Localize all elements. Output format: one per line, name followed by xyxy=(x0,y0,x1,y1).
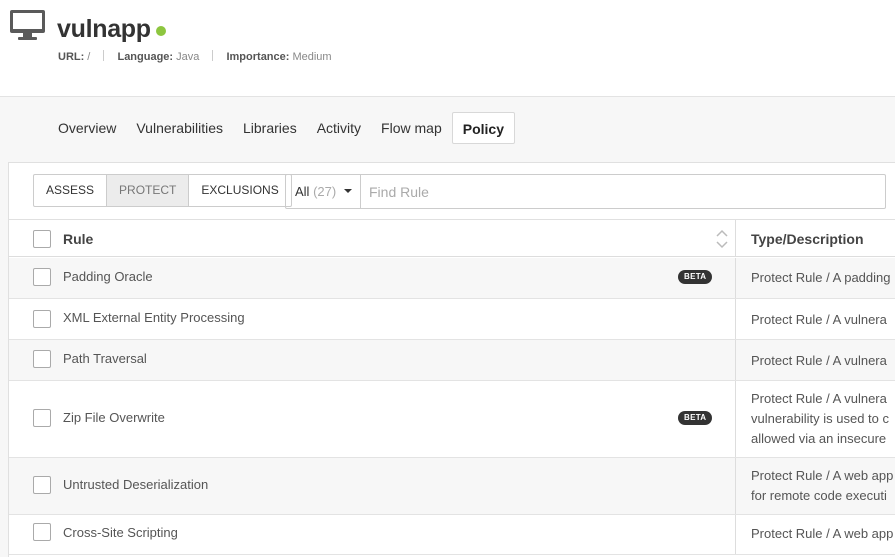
find-rule-input[interactable] xyxy=(361,175,885,208)
rule-description: Protect Rule / A padding xyxy=(751,268,895,288)
rule-description-line: Protect Rule / A padding xyxy=(751,270,891,285)
policy-panel: ASSESS PROTECT EXCLUSIONS All (27) Rule … xyxy=(8,162,895,557)
app-header: vulnapp URL: / Language: Java Importance: M… xyxy=(0,0,895,97)
column-divider xyxy=(735,220,736,256)
tab-activity[interactable]: Activity xyxy=(307,112,371,144)
column-divider xyxy=(735,340,736,380)
tab-flow-map[interactable]: Flow map xyxy=(371,112,452,144)
column-divider xyxy=(735,381,736,457)
column-divider xyxy=(735,258,736,298)
table-row[interactable]: Zip File Overwrite BETA Protect Rule / A… xyxy=(9,381,895,458)
table-row[interactable]: XML External Entity Processing Protect R… xyxy=(9,299,895,340)
mode-segmented-control: ASSESS PROTECT EXCLUSIONS xyxy=(33,174,292,207)
column-header-type-description: Type/Description xyxy=(751,231,864,247)
rule-description-line: Protect Rule / A vulnera xyxy=(751,391,887,406)
rule-description-line: Protect Rule / A vulnera xyxy=(751,312,887,327)
beta-badge: BETA xyxy=(678,411,713,425)
column-divider xyxy=(735,299,736,339)
status-online-indicator xyxy=(156,26,166,36)
meta-importance-key: Importance: xyxy=(226,51,290,63)
filter-label: All xyxy=(295,184,310,199)
rule-description: Protect Rule / A web app xyxy=(751,524,895,544)
rule-description: Protect Rule / A vulnera xyxy=(751,351,895,371)
row-checkbox[interactable] xyxy=(33,268,51,286)
meta-url-value: / xyxy=(87,51,91,63)
meta-language-value: Java xyxy=(176,51,200,63)
meta-divider xyxy=(103,50,105,61)
rule-description-line: Protect Rule / A web app xyxy=(751,468,894,483)
rule-filter-group: All (27) xyxy=(285,174,886,209)
mode-toolbar: ASSESS PROTECT EXCLUSIONS xyxy=(33,174,292,207)
rule-description-line: Protect Rule / A web app xyxy=(751,526,894,541)
row-checkbox[interactable] xyxy=(33,350,51,368)
rule-description: Protect Rule / A vulnera vulnerability i… xyxy=(751,389,895,449)
table-row[interactable]: Padding Oracle BETA Protect Rule / A pad… xyxy=(9,258,895,299)
rule-name: Untrusted Deserialization xyxy=(63,477,209,492)
protect-button[interactable]: PROTECT xyxy=(107,175,190,206)
meta-url-key: URL: xyxy=(58,51,85,63)
beta-badge: BETA xyxy=(678,270,713,284)
rules-table-header: Rule Type/Description xyxy=(9,219,895,257)
sort-icon[interactable] xyxy=(715,228,729,250)
rule-filter-dropdown[interactable]: All (27) xyxy=(286,175,361,208)
rule-description-line: for remote code executi xyxy=(751,488,887,503)
app-title: vulnapp xyxy=(57,15,151,43)
rule-name: XML External Entity Processing xyxy=(63,310,245,325)
rule-description-line: allowed via an insecure xyxy=(751,431,887,446)
rule-description-line: Protect Rule / A vulnera xyxy=(751,353,887,368)
row-checkbox[interactable] xyxy=(33,523,51,541)
row-checkbox[interactable] xyxy=(33,476,51,494)
meta-language-key: Language: xyxy=(117,51,174,63)
meta-divider xyxy=(212,50,214,61)
meta-importance-value: Medium xyxy=(292,51,332,63)
app-meta: URL: / Language: Java Importance: Medium xyxy=(58,50,332,63)
table-row[interactable]: Path Traversal Protect Rule / A vulnera xyxy=(9,340,895,381)
tab-libraries[interactable]: Libraries xyxy=(233,112,307,144)
row-checkbox[interactable] xyxy=(33,409,51,427)
exclusions-button[interactable]: EXCLUSIONS xyxy=(189,175,290,206)
rule-name: Padding Oracle xyxy=(63,269,153,284)
app-tabs: Overview Vulnerabilities Libraries Activ… xyxy=(48,112,515,144)
desktop-monitor-icon xyxy=(10,10,45,40)
rule-name: Zip File Overwrite xyxy=(63,410,165,425)
rule-name: Path Traversal xyxy=(63,351,147,366)
rule-description-line: vulnerability is used to c xyxy=(751,411,890,426)
rule-description: Protect Rule / A vulnera xyxy=(751,310,895,330)
table-row[interactable]: Cross-Site Scripting Protect Rule / A we… xyxy=(9,515,895,555)
tab-overview[interactable]: Overview xyxy=(48,112,126,144)
assess-button[interactable]: ASSESS xyxy=(34,175,108,206)
column-divider xyxy=(735,458,736,514)
row-checkbox[interactable] xyxy=(33,310,51,328)
table-row[interactable]: Untrusted Deserialization Protect Rule /… xyxy=(9,458,895,515)
rule-description: Protect Rule / A web app for remote code… xyxy=(751,466,895,506)
tab-policy[interactable]: Policy xyxy=(451,112,515,144)
filter-count: (27) xyxy=(313,184,337,199)
select-all-checkbox[interactable] xyxy=(33,230,51,248)
column-header-rule[interactable]: Rule xyxy=(63,231,93,247)
caret-down-icon xyxy=(343,189,352,193)
rule-name: Cross-Site Scripting xyxy=(63,525,178,540)
tab-vulnerabilities[interactable]: Vulnerabilities xyxy=(126,112,233,144)
column-divider xyxy=(735,515,736,554)
